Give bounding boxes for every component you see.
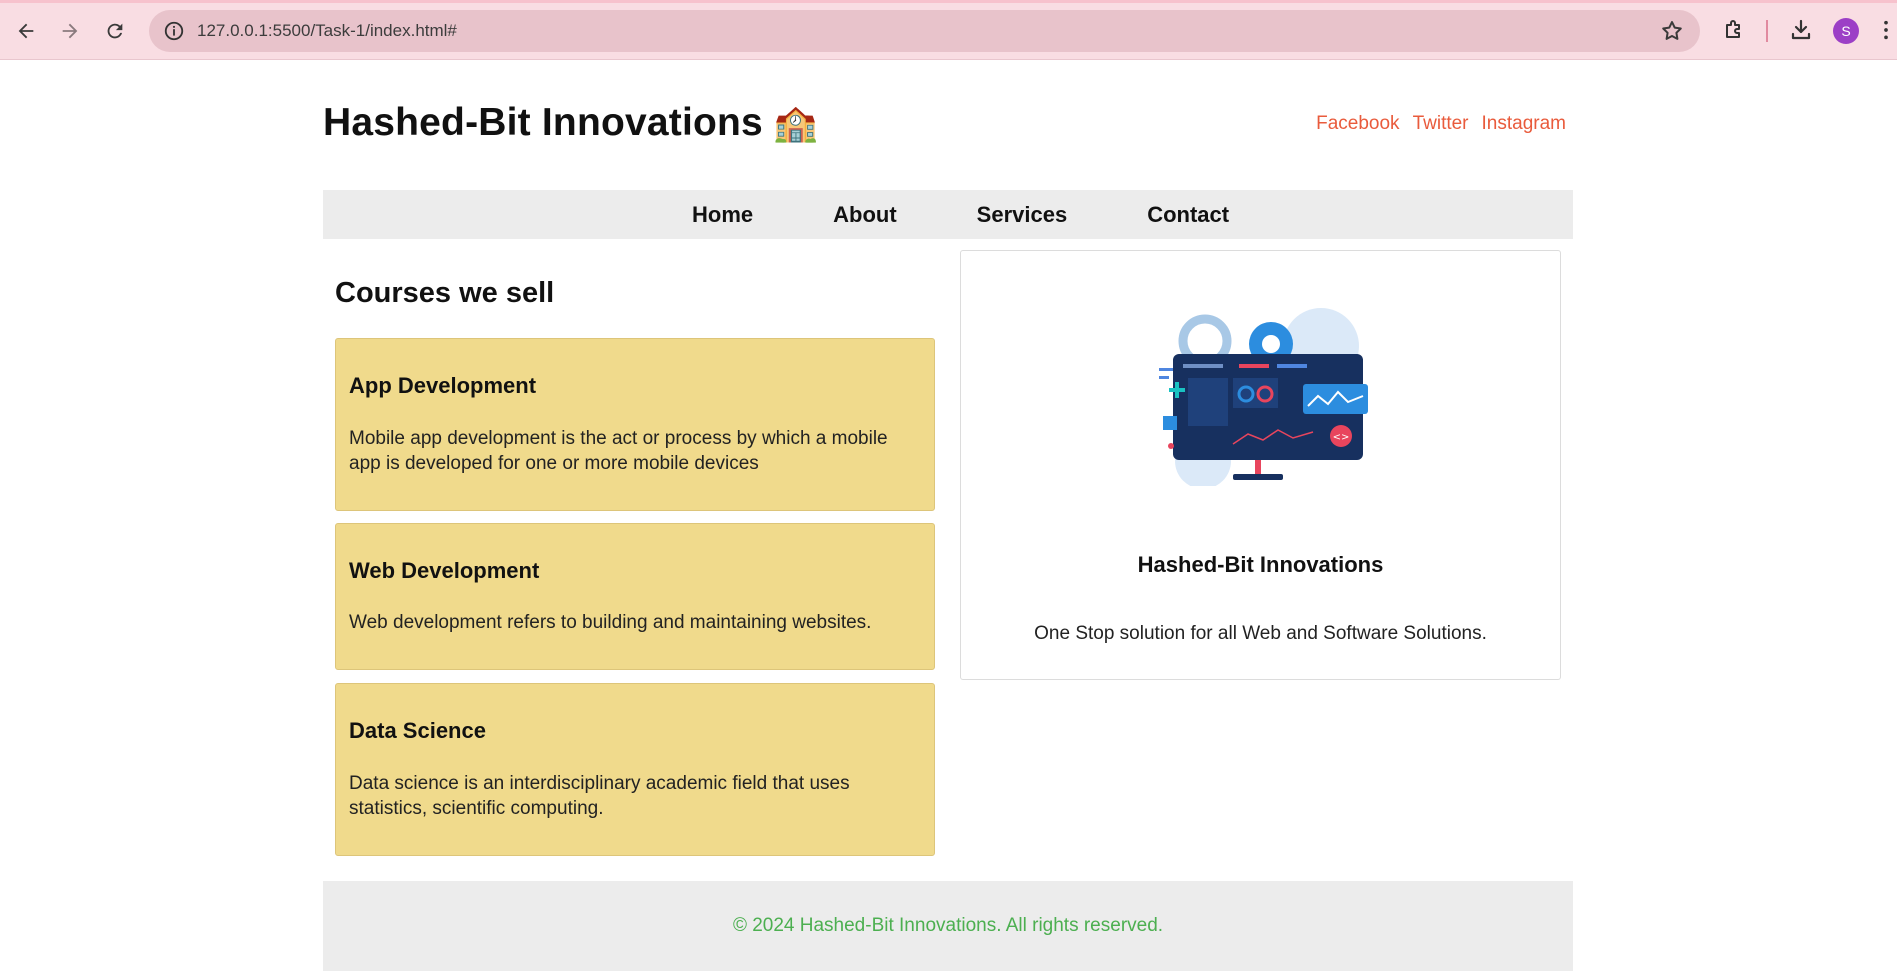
back-button[interactable]: [9, 14, 43, 48]
back-icon: [18, 23, 34, 39]
footer-copyright: © 2024 Hashed-Bit Innovations. All right…: [732, 915, 1164, 936]
nav-item-contact[interactable]: Contact: [1147, 202, 1229, 228]
course-description: Mobile app development is the act or pro…: [349, 428, 888, 474]
course-card-data-science: Data Science Data science is an interdis…: [335, 683, 935, 856]
nav-item-about[interactable]: About: [833, 202, 897, 228]
site-footer: © 2024 Hashed-Bit Innovations. All right…: [323, 881, 1573, 971]
address-bar[interactable]: 127.0.0.1:5500/Task-1/index.html#: [149, 10, 1700, 52]
twitter-link[interactable]: Twitter: [1413, 113, 1469, 135]
svg-text:<>: <>: [1333, 432, 1350, 443]
course-title: App Development: [349, 373, 537, 398]
course-description: Web development refers to building and m…: [349, 612, 872, 633]
url-text[interactable]: 127.0.0.1:5500/Task-1/index.html#: [197, 21, 457, 41]
forward-icon: [62, 23, 78, 39]
extensions-icon[interactable]: [1720, 16, 1748, 44]
web-page: Hashed-Bit Innovations 🏫 Facebook Twitter…: [0, 61, 1897, 971]
nav-item-services[interactable]: Services: [977, 202, 1068, 228]
menu-icon[interactable]: [1876, 16, 1896, 44]
star-icon[interactable]: [1660, 19, 1684, 43]
dashboard-illustration: <>: [1159, 308, 1368, 486]
forward-button[interactable]: [53, 14, 87, 48]
feature-card: <> Hashed-Bit Innovations One Stop solut…: [960, 250, 1561, 680]
browser-toolbar: 127.0.0.1:5500/Task-1/index.html# S: [0, 0, 1897, 60]
site-title: Hashed-Bit Innovations 🏫: [323, 101, 818, 145]
reload-icon: [107, 23, 123, 39]
courses-heading: Courses we sell: [335, 277, 555, 309]
toolbar-divider: [1766, 20, 1768, 42]
site-title-text: Hashed-Bit Innovations: [323, 101, 763, 144]
course-title: Data Science: [349, 718, 486, 743]
course-card-web-development: Web Development Web development refers t…: [335, 523, 935, 670]
course-title: Web Development: [349, 558, 540, 583]
school-icon: 🏫: [772, 102, 818, 143]
reload-button[interactable]: [98, 14, 132, 48]
feature-description: One Stop solution for all Web and Softwa…: [1034, 623, 1487, 644]
instagram-link[interactable]: Instagram: [1482, 113, 1566, 135]
profile-avatar[interactable]: S: [1833, 18, 1859, 44]
social-links: Facebook Twitter Instagram: [1316, 113, 1566, 135]
tab-strip-edge: [0, 0, 1897, 3]
course-card-app-development: App Development Mobile app development i…: [335, 338, 935, 511]
feature-title: Hashed-Bit Innovations: [1137, 552, 1384, 577]
info-icon[interactable]: [161, 18, 187, 44]
download-icon[interactable]: [1787, 16, 1815, 44]
nav-item-home[interactable]: Home: [692, 202, 753, 228]
course-description: Data science is an interdisciplinary aca…: [349, 773, 850, 819]
facebook-link[interactable]: Facebook: [1316, 113, 1399, 135]
main-navbar: Home About Services Contact: [323, 190, 1573, 239]
